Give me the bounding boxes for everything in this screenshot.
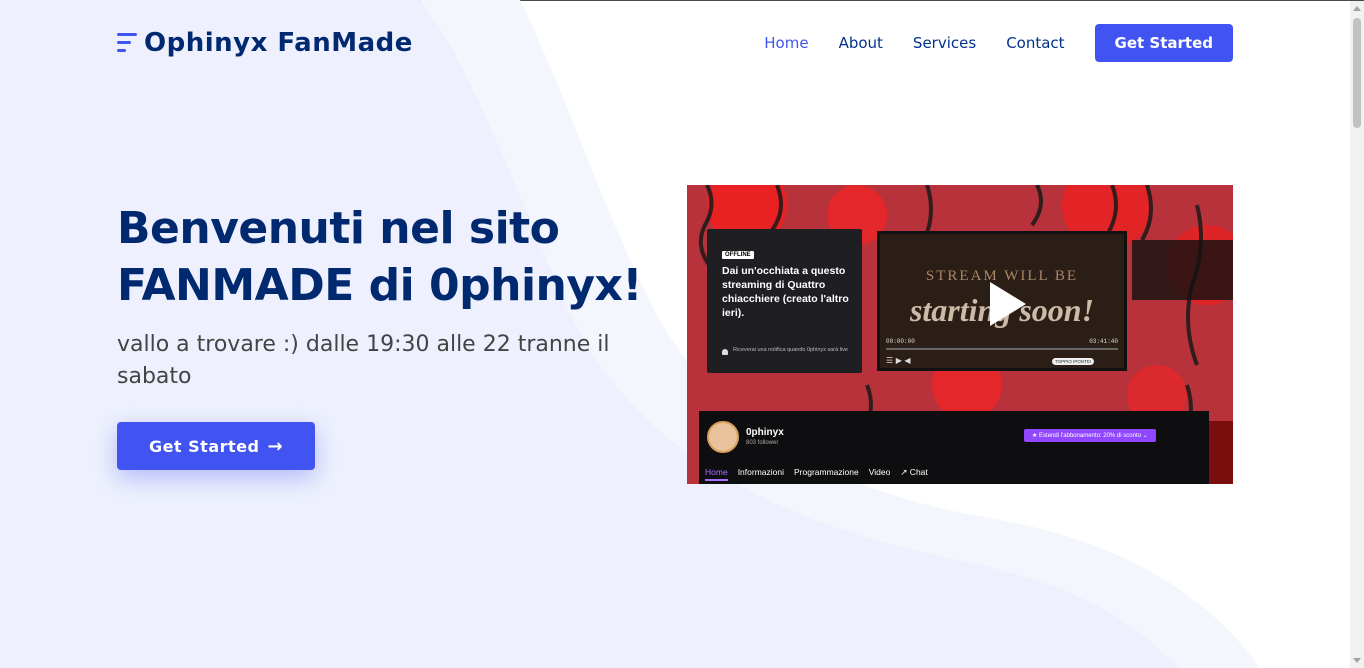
subscribe-button: ★ Estendi l'abbonamento: 20% di sconto ⌄: [1024, 429, 1156, 442]
progress-track: [886, 348, 1118, 350]
hero-stream-screenshot: OFFLINE Dai un'occhiata a questo streami…: [687, 185, 1233, 484]
hero-title-line-2: FANMADE di 0phinyx!: [117, 260, 643, 311]
brand-name: Ophinyx FanMade: [144, 28, 413, 58]
channel-name: 0phinyx: [746, 427, 784, 438]
channel-tab-home: Home: [705, 467, 728, 481]
quality-pill: TOPPIO IPONTEI: [1052, 358, 1095, 365]
channel-tab-schedule: Programmazione: [794, 467, 859, 477]
bell-icon: [722, 349, 728, 355]
hero-button-label: Get Started: [148, 436, 260, 456]
scroll-up-icon[interactable]: [1353, 6, 1361, 11]
hero-subtitle: vallo a trovare :) dalle 19:30 alle 22 t…: [117, 332, 610, 389]
offline-text: Dai un'occhiata a questo streaming di Qu…: [722, 265, 849, 319]
channel-tabs: Home Informazioni Programmazione Video ↗…: [705, 467, 938, 481]
channel-bar: 0phinyx 803 follower ★ Estendi l'abbonam…: [699, 411, 1209, 484]
channel-tab-chat: ↗ Chat: [900, 467, 928, 477]
offline-badge: OFFLINE: [722, 251, 754, 259]
brand-logo[interactable]: Ophinyx FanMade: [117, 28, 413, 58]
avatar: [707, 421, 739, 453]
video-player: STREAM WILL BE starting soon! 00:00:00 0…: [877, 231, 1127, 371]
logo-icon: [117, 30, 137, 56]
nav-contact[interactable]: Contact: [1006, 34, 1064, 52]
scroll-thumb[interactable]: [1353, 18, 1361, 128]
arrow-right-icon: →: [267, 435, 284, 457]
main-nav: Home About Services Contact Get Started: [734, 22, 1233, 64]
nav-get-started-button[interactable]: Get Started: [1094, 24, 1233, 62]
hero-title: Benvenuti nel sito FANMADE di 0phinyx!: [117, 200, 677, 314]
offline-card: OFFLINE Dai un'occhiata a questo streami…: [707, 229, 862, 373]
site-header: Ophinyx FanMade Home About Services Cont…: [117, 22, 1233, 64]
notify-text: Riceverai una notifica quando 0phinyx sa…: [733, 347, 848, 353]
time-end: 03:41:40: [1089, 338, 1118, 345]
player-controls-icon: ☰ ▶ ◀: [886, 356, 911, 365]
channel-tab-video: Video: [868, 467, 891, 477]
scroll-down-icon[interactable]: [1353, 658, 1361, 663]
play-icon: [990, 282, 1026, 326]
nav-home[interactable]: Home: [764, 34, 808, 52]
notify-row: Riceverai una notifica quando 0phinyx sa…: [722, 347, 857, 355]
nav-about[interactable]: About: [839, 34, 883, 52]
nav-services[interactable]: Services: [913, 34, 976, 52]
time-start: 00:00:00: [886, 338, 915, 345]
channel-tab-info: Informazioni: [737, 467, 784, 477]
channel-followers: 803 follower: [746, 440, 779, 446]
hero-get-started-button[interactable]: Get Started →: [117, 422, 315, 470]
page-scrollbar[interactable]: [1350, 1, 1364, 668]
hero-title-line-1: Benvenuti nel sito: [117, 203, 560, 254]
